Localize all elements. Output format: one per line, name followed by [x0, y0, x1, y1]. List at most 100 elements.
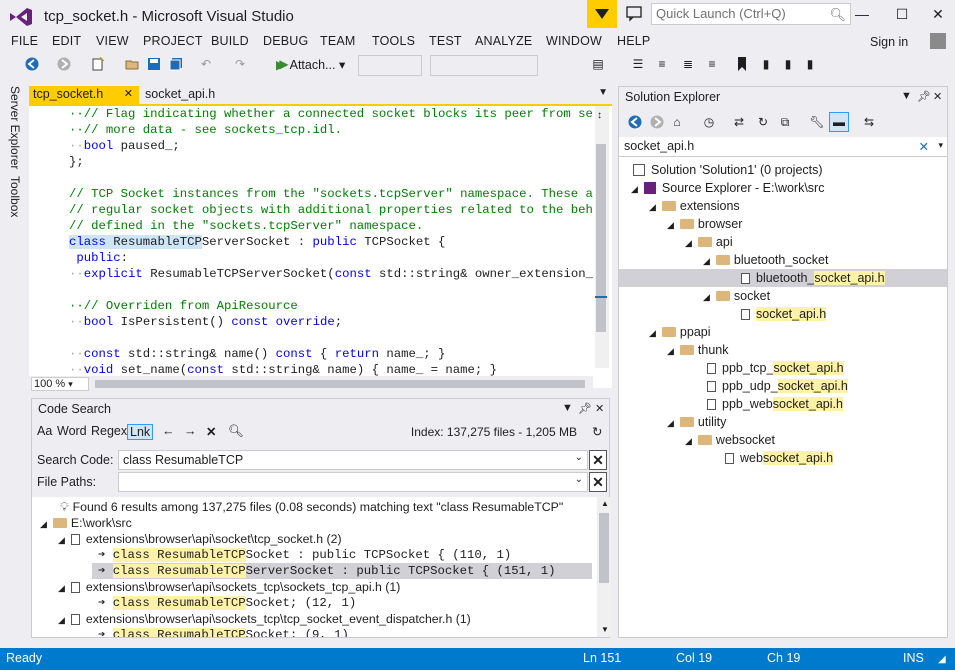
scroll-thumb[interactable] — [599, 513, 609, 583]
tree-node-folder[interactable]: ◢ thunk — [667, 341, 729, 359]
chevron-down-icon[interactable]: ⌄ — [575, 452, 583, 463]
chevron-down-icon[interactable]: ▾ — [938, 140, 943, 151]
chevron-down-icon[interactable]: ▼ — [598, 87, 608, 98]
menu-test[interactable]: TEST — [429, 34, 462, 48]
menu-build[interactable]: BUILD — [211, 34, 249, 48]
search-results[interactable]: 💡︎ Found 6 results among 137,275 files (0… — [32, 497, 611, 637]
tree-node-folder[interactable]: ◢ api — [685, 233, 733, 251]
redo-icon[interactable]: ↷ — [232, 56, 248, 72]
tree-node-file[interactable]: ppb_websocket_api.h — [707, 395, 843, 413]
resize-grip-icon[interactable]: ◢ — [938, 654, 946, 665]
result-match[interactable]: ➔ class ResumableTCPSocket : public TCPS… — [98, 547, 511, 563]
zoom-dropdown[interactable]: 100 % ▾ — [31, 377, 89, 391]
result-file[interactable]: ◢ extensions\browser\api\sockets_tcp\tcp_… — [58, 611, 471, 627]
back-icon[interactable] — [627, 114, 643, 130]
chevron-down-icon[interactable]: ▼ — [901, 90, 912, 102]
find-in-files-icon[interactable]: ▤ — [590, 56, 606, 72]
undo-icon[interactable]: ↶ — [198, 56, 214, 72]
feedback-icon[interactable] — [625, 4, 643, 22]
notifications-flag-icon[interactable] — [587, 0, 617, 28]
menu-analyze[interactable]: ANALYZE — [475, 34, 532, 48]
tab-tcp-socket-h[interactable]: tcp_socket.h ✕ — [29, 86, 139, 104]
menu-edit[interactable]: EDIT — [52, 34, 81, 48]
format-icon[interactable]: ≡ — [654, 56, 670, 72]
forward-icon[interactable] — [649, 114, 665, 130]
outdent-icon[interactable]: ≡ — [704, 56, 720, 72]
open-icon[interactable] — [124, 56, 140, 72]
new-project-icon[interactable] — [90, 56, 106, 72]
pin-icon[interactable]: 📌︎ — [917, 90, 931, 103]
properties-icon[interactable]: 🔧︎ — [809, 114, 825, 130]
tree-node-folder[interactable]: ◢ browser — [667, 215, 742, 233]
close-icon[interactable]: ✕ — [933, 90, 942, 103]
attach-button[interactable]: ▶ Attach... ▾ — [276, 57, 345, 72]
menu-team[interactable]: TEAM — [320, 34, 356, 48]
code-editor[interactable]: ··// Flag indicating whether a connected… — [29, 104, 612, 392]
save-all-icon[interactable] — [168, 56, 184, 72]
pin-icon[interactable]: 📌︎ — [578, 402, 592, 415]
result-match[interactable]: ➔ class ResumableTCPSocket; (9, 1) — [98, 627, 349, 637]
next-bookmark-icon[interactable]: ▮ — [780, 56, 796, 72]
minimize-button[interactable]: — — [852, 6, 872, 24]
scroll-down-icon[interactable]: ▼ — [601, 625, 609, 634]
search-code-input[interactable]: class ResumableTCP ⌄ — [118, 450, 588, 470]
tab-socket-api-h[interactable]: socket_api.h — [145, 87, 215, 101]
back-icon[interactable] — [24, 56, 40, 72]
clear-paths-button[interactable]: ✕ — [589, 472, 607, 492]
result-file[interactable]: ◢ extensions\browser\api\socket\tcp_socke… — [58, 531, 342, 547]
chevron-down-icon[interactable]: ⌄ — [575, 474, 583, 485]
code-area[interactable]: ··// Flag indicating whether a connected… — [29, 106, 593, 376]
forward-icon[interactable] — [56, 56, 72, 72]
close-window-button[interactable]: ✕ — [928, 6, 948, 24]
close-icon[interactable]: ✕ — [124, 87, 133, 100]
regex-toggle[interactable]: Regex — [91, 424, 127, 438]
tree-node-solution[interactable]: Solution 'Solution1' (0 projects) — [633, 161, 823, 179]
history-icon[interactable]: ◷ — [701, 114, 717, 130]
tree-node-file[interactable]: ppb_udp_socket_api.h — [707, 377, 848, 395]
close-icon[interactable]: ✕ — [595, 402, 604, 415]
link-toggle[interactable]: Lnk — [127, 424, 154, 440]
result-file[interactable]: ◢ extensions\browser\api\sockets_tcp\sock… — [58, 579, 400, 595]
menu-debug[interactable]: DEBUG — [263, 34, 308, 48]
scroll-thumb[interactable] — [596, 144, 606, 332]
match-case-toggle[interactable]: Aa — [37, 424, 52, 438]
tree-node-folder[interactable]: ◢ websocket — [685, 431, 775, 449]
sign-in-link[interactable]: Sign in — [870, 35, 908, 49]
refresh-icon[interactable]: ↻ — [755, 114, 771, 130]
solution-search-input[interactable]: socket_api.h ✕ ▾ — [619, 137, 947, 157]
tree-node-file[interactable]: socket_api.h — [741, 305, 827, 323]
clear-search-button[interactable]: ✕ — [589, 450, 607, 470]
split-icon[interactable]: ↕ — [597, 110, 607, 121]
file-paths-input[interactable]: ⌄ — [118, 472, 588, 492]
editor-vertical-scrollbar[interactable]: ↕ — [595, 106, 609, 368]
menu-file[interactable]: FILE — [11, 34, 38, 48]
editor-horizontal-scrollbar[interactable] — [95, 380, 585, 388]
scroll-up-icon[interactable]: ▲ — [601, 499, 609, 508]
tree-node-folder[interactable]: ◢ extensions — [649, 197, 740, 215]
menu-view[interactable]: VIEW — [96, 34, 129, 48]
save-icon[interactable] — [146, 56, 162, 72]
navigate-icon[interactable]: ☰ — [630, 56, 646, 72]
menu-tools[interactable]: TOOLS — [372, 34, 415, 48]
quick-launch-input[interactable]: Quick Launch (Ctrl+Q) 🔍︎ — [651, 3, 851, 25]
tree-node-file[interactable]: ppb_tcp_socket_api.h — [707, 359, 844, 377]
preview-toggle-icon[interactable]: ▬ — [829, 112, 849, 132]
menu-window[interactable]: WINDOW — [546, 34, 602, 48]
arrow-left-icon[interactable]: ← — [162, 424, 175, 438]
whole-word-toggle[interactable]: Word — [57, 424, 87, 438]
maximize-button[interactable]: ☐ — [892, 6, 912, 24]
indent-icon[interactable]: ≣ — [680, 56, 696, 72]
tree-node-folder[interactable]: ◢ utility — [667, 413, 726, 431]
server-explorer-tab[interactable]: Server Explorer — [8, 86, 22, 169]
search-icon[interactable]: 🔍︎ — [228, 424, 244, 439]
home-icon[interactable]: ⌂ — [669, 114, 685, 130]
chevron-down-icon[interactable]: ▼ — [562, 402, 573, 414]
swap-icon[interactable]: ⇆ — [861, 114, 877, 130]
bookmark-icon[interactable] — [734, 56, 750, 72]
tree-node-source-explorer[interactable]: ◢ Source Explorer - E:\work\src — [631, 179, 824, 197]
tree-node-file-selected[interactable]: bluetooth_socket_api.h — [741, 269, 885, 287]
prev-bookmark-icon[interactable]: ▮ — [758, 56, 774, 72]
tree-node-folder[interactable]: ◢ ppapi — [649, 323, 711, 341]
result-match[interactable]: ➔ class ResumableTCPSocket; (12, 1) — [98, 595, 356, 611]
refresh-icon[interactable]: ↻ — [592, 424, 602, 439]
